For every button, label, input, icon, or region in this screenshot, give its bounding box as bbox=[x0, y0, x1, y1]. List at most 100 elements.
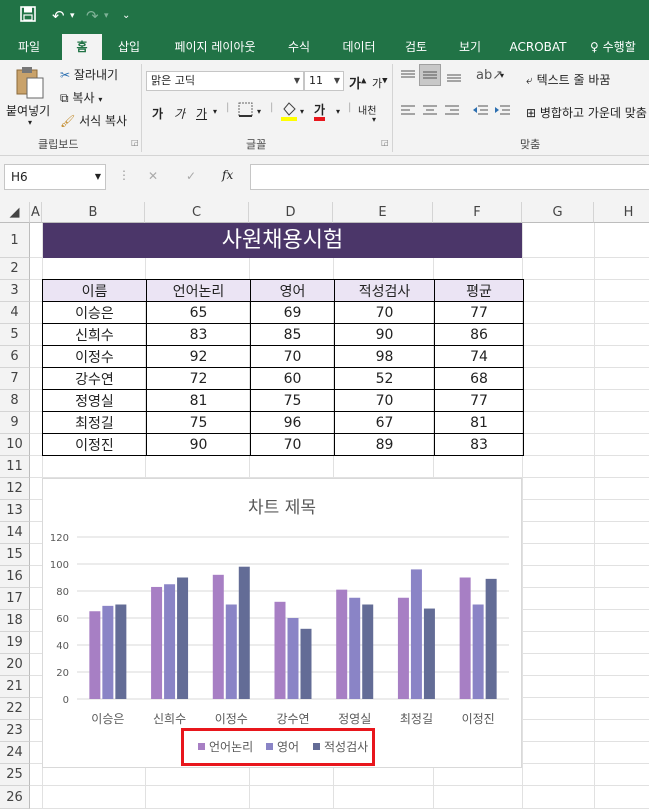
table-cell[interactable]: 강수연 bbox=[42, 367, 147, 390]
row-header[interactable]: 17 bbox=[0, 588, 30, 610]
table-header-cell[interactable]: 이름 bbox=[42, 279, 147, 302]
cut-button[interactable]: ✂ 잘라내기 bbox=[60, 66, 118, 83]
column-header-c[interactable]: C bbox=[145, 202, 249, 223]
row-header[interactable]: 15 bbox=[0, 544, 30, 566]
row-header[interactable]: 8 bbox=[0, 390, 30, 412]
column-header-e[interactable]: E bbox=[333, 202, 433, 223]
paste-button[interactable]: 붙여넣기 bbox=[6, 102, 50, 119]
table-cell[interactable]: 신희수 bbox=[42, 323, 147, 346]
table-cell[interactable]: 74 bbox=[434, 345, 524, 368]
table-cell[interactable]: 65 bbox=[146, 301, 251, 324]
table-header-cell[interactable]: 언어논리 bbox=[146, 279, 251, 302]
row-header[interactable]: 13 bbox=[0, 500, 30, 522]
wrap-text-button[interactable]: ⤶ 텍스트 줄 바꿈 bbox=[526, 71, 610, 88]
redo-icon[interactable]: ↷ bbox=[86, 6, 99, 26]
table-cell[interactable]: 77 bbox=[434, 301, 524, 324]
format-painter-button[interactable]: 🖌 서식 복사 bbox=[60, 112, 127, 129]
bottom-align-icon[interactable] bbox=[445, 68, 463, 87]
copy-dropdown-icon[interactable]: ▾ bbox=[98, 95, 102, 104]
align-left-icon[interactable] bbox=[399, 104, 417, 121]
table-cell[interactable]: 81 bbox=[434, 411, 524, 434]
table-cell[interactable]: 67 bbox=[334, 411, 435, 434]
row-header[interactable]: 5 bbox=[0, 324, 30, 346]
underline-dropdown-icon[interactable]: ▾ bbox=[213, 107, 217, 116]
row-header[interactable]: 9 bbox=[0, 412, 30, 434]
top-align-icon[interactable] bbox=[399, 68, 417, 87]
table-cell[interactable]: 72 bbox=[146, 367, 251, 390]
font-dialog-launcher-icon[interactable]: ◲ bbox=[381, 138, 389, 147]
column-header-f[interactable]: F bbox=[433, 202, 522, 223]
table-header-cell[interactable]: 평균 bbox=[434, 279, 524, 302]
save-icon[interactable] bbox=[20, 6, 36, 27]
tab-data[interactable]: 데이터 bbox=[332, 34, 386, 60]
row-header[interactable]: 12 bbox=[0, 478, 30, 500]
grow-font-button[interactable]: 가▲ bbox=[349, 73, 366, 92]
table-cell[interactable]: 이정진 bbox=[42, 433, 147, 456]
align-center-icon[interactable] bbox=[421, 104, 439, 121]
table-cell[interactable]: 60 bbox=[250, 367, 335, 390]
tell-me-box[interactable]: ♀ 수행할 bbox=[590, 34, 649, 60]
cancel-icon[interactable]: ✕ bbox=[148, 169, 158, 183]
font-color-button[interactable]: 가 bbox=[314, 101, 326, 121]
row-header[interactable]: 16 bbox=[0, 566, 30, 588]
row-header[interactable]: 23 bbox=[0, 720, 30, 742]
row-header[interactable]: 4 bbox=[0, 302, 30, 324]
increase-indent-icon[interactable] bbox=[494, 104, 512, 121]
formula-input[interactable] bbox=[250, 164, 649, 190]
table-cell[interactable]: 83 bbox=[434, 433, 524, 456]
table-cell[interactable]: 68 bbox=[434, 367, 524, 390]
middle-align-icon[interactable] bbox=[419, 64, 441, 86]
tab-formulas[interactable]: 수식 bbox=[278, 34, 320, 60]
table-header-cell[interactable]: 영어 bbox=[250, 279, 335, 302]
row-header[interactable]: 3 bbox=[0, 280, 30, 302]
clipboard-dialog-launcher-icon[interactable]: ◲ bbox=[131, 138, 139, 147]
table-cell[interactable]: 90 bbox=[334, 323, 435, 346]
row-header[interactable]: 10 bbox=[0, 434, 30, 456]
table-cell[interactable]: 75 bbox=[146, 411, 251, 434]
table-cell[interactable]: 75 bbox=[250, 389, 335, 412]
row-header[interactable]: 21 bbox=[0, 676, 30, 698]
copy-button[interactable]: ⧉ 복사 ▾ bbox=[60, 89, 102, 106]
row-header[interactable]: 14 bbox=[0, 522, 30, 544]
table-cell[interactable]: 정영실 bbox=[42, 389, 147, 412]
chart[interactable]: 차트 제목 0 20 40 60 80 100 120 이승은 신희수 이정수 강수연 정영실 최정길 이정… bbox=[42, 478, 522, 768]
undo-dropdown-icon[interactable]: ▾ bbox=[70, 6, 75, 26]
sheet-title[interactable]: 사원채용시험 bbox=[43, 223, 522, 258]
merge-center-button[interactable]: ⊞ 병합하고 가운데 맞춤 bbox=[526, 104, 647, 121]
font-size-select[interactable]: 11 ▼ bbox=[304, 71, 344, 91]
paste-dropdown-icon[interactable]: ▾ bbox=[28, 118, 32, 127]
table-cell[interactable]: 70 bbox=[334, 301, 435, 324]
table-cell[interactable]: 최정길 bbox=[42, 411, 147, 434]
select-all-corner[interactable]: ◢ bbox=[0, 202, 30, 223]
row-header[interactable]: 19 bbox=[0, 632, 30, 654]
row-header[interactable]: 25 bbox=[0, 764, 30, 786]
row-header[interactable]: 6 bbox=[0, 346, 30, 368]
table-cell[interactable]: 86 bbox=[434, 323, 524, 346]
table-cell[interactable]: 92 bbox=[146, 345, 251, 368]
italic-button[interactable]: 가 bbox=[174, 105, 185, 122]
row-header[interactable]: 7 bbox=[0, 368, 30, 390]
row-header[interactable]: 1 bbox=[0, 223, 30, 258]
font-color-dropdown-icon[interactable]: ▾ bbox=[336, 107, 340, 116]
table-cell[interactable]: 69 bbox=[250, 301, 335, 324]
row-header[interactable]: 22 bbox=[0, 698, 30, 720]
decrease-indent-icon[interactable] bbox=[472, 104, 490, 121]
table-cell[interactable]: 이정수 bbox=[42, 345, 147, 368]
table-cell[interactable]: 52 bbox=[334, 367, 435, 390]
undo-icon[interactable]: ↶ bbox=[52, 6, 65, 26]
tab-page-layout[interactable]: 페이지 레이아웃 bbox=[160, 34, 270, 60]
table-cell[interactable]: 89 bbox=[334, 433, 435, 456]
table-cell[interactable]: 70 bbox=[250, 433, 335, 456]
tab-home[interactable]: 홈 bbox=[62, 34, 102, 60]
table-cell[interactable]: 85 bbox=[250, 323, 335, 346]
table-cell[interactable]: 96 bbox=[250, 411, 335, 434]
row-header[interactable]: 2 bbox=[0, 258, 30, 280]
table-cell[interactable]: 70 bbox=[334, 389, 435, 412]
borders-dropdown-icon[interactable]: ▾ bbox=[257, 107, 261, 116]
paste-icon[interactable] bbox=[14, 66, 46, 103]
insert-function-icon[interactable]: fx bbox=[222, 168, 233, 182]
column-header-b[interactable]: B bbox=[42, 202, 145, 223]
table-cell[interactable]: 83 bbox=[146, 323, 251, 346]
column-header-a[interactable]: A bbox=[30, 202, 42, 223]
table-cell[interactable]: 81 bbox=[146, 389, 251, 412]
